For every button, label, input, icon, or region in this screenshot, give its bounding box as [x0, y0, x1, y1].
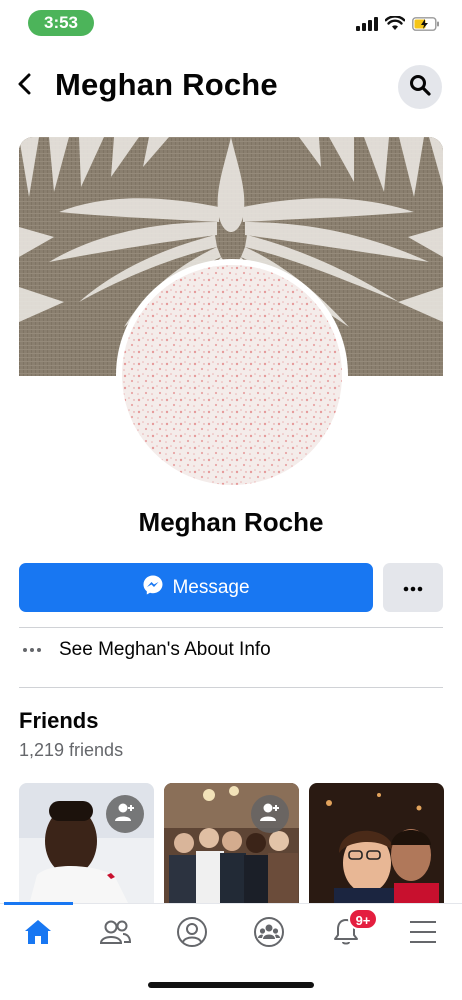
friend-card[interactable] [19, 783, 154, 905]
tab-friends[interactable] [85, 914, 145, 954]
avatar [122, 265, 342, 485]
add-friend-button[interactable] [251, 795, 289, 833]
friends-icon [99, 919, 132, 950]
friend-card[interactable] [164, 783, 299, 905]
notification-badge: 9+ [348, 908, 378, 930]
tab-groups[interactable] [239, 914, 299, 954]
search-icon [409, 74, 431, 101]
status-icons [356, 15, 440, 36]
status-time: 3:53 [28, 10, 94, 36]
chevron-left-icon [17, 73, 33, 100]
more-horizontal-icon [403, 579, 423, 597]
cellular-signal-icon [356, 16, 378, 36]
profile-header: Meghan Roche [0, 56, 462, 118]
status-bar: 3:53 [0, 0, 462, 48]
messenger-icon [142, 574, 164, 602]
add-friend-icon [259, 802, 281, 827]
profile-icon [176, 916, 208, 953]
friend-card[interactable] [309, 783, 444, 905]
friends-count: 1,219 friends [19, 740, 124, 760]
tab-profile[interactable] [162, 914, 222, 954]
tab-notifications[interactable]: 9+ [316, 908, 378, 954]
profile-picture[interactable] [116, 259, 348, 491]
more-options-button[interactable] [383, 563, 443, 612]
home-indicator [148, 982, 314, 988]
search-button[interactable] [398, 65, 442, 109]
home-icon [23, 918, 53, 951]
friends-section-title[interactable]: Friends [19, 708, 98, 734]
battery-charging-icon [412, 16, 440, 36]
menu-icon [408, 920, 438, 949]
profile-name: Meghan Roche [138, 507, 324, 537]
message-button-label: Message [172, 576, 250, 598]
about-info-link[interactable]: See Meghan's About Info [19, 630, 443, 670]
add-friend-button[interactable] [106, 795, 144, 833]
active-tab-indicator [4, 902, 73, 905]
wifi-icon [384, 15, 406, 36]
back-button[interactable] [10, 68, 40, 104]
page-title: Meghan Roche [55, 67, 278, 102]
tab-menu[interactable] [393, 914, 453, 954]
divider [19, 687, 443, 688]
about-info-label: See Meghan's About Info [59, 639, 271, 660]
message-button[interactable]: Message [19, 563, 373, 612]
more-horizontal-icon [19, 647, 45, 653]
groups-icon [253, 916, 285, 953]
tab-home[interactable] [8, 914, 68, 954]
divider [19, 627, 443, 628]
add-friend-icon [114, 802, 136, 827]
